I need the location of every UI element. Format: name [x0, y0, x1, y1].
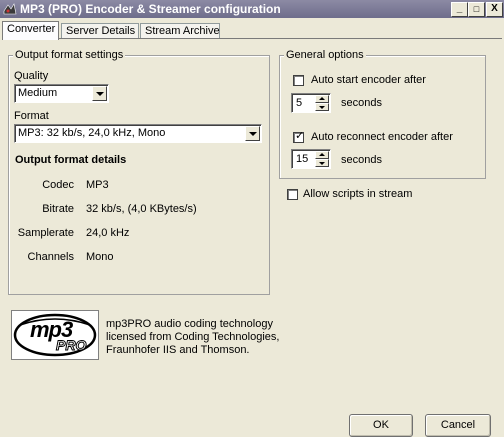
details-heading: Output format details	[15, 154, 127, 166]
allow-scripts-label[interactable]: Allow scripts in stream	[303, 188, 412, 200]
auto-start-spinner[interactable]: 5	[291, 93, 331, 113]
format-select[interactable]: MP3: 32 kb/s, 24,0 kHz, Mono	[14, 124, 262, 143]
bitrate-value: 32 kb/s, (4,0 KBytes/s)	[86, 203, 197, 215]
spin-up-icon[interactable]	[315, 95, 329, 103]
format-label: Format	[14, 110, 49, 122]
title-bar: MP3 (PRO) Encoder & Streamer configurati…	[0, 0, 504, 18]
format-value: MP3: 32 kb/s, 24,0 kHz, Mono	[18, 127, 166, 139]
spin-down-icon[interactable]	[315, 103, 329, 111]
credits-text: mp3PRO audio coding technology licensed …	[106, 318, 280, 356]
app-icon	[3, 3, 17, 15]
auto-start-label[interactable]: Auto start encoder after	[311, 74, 426, 86]
auto-reconnect-checkbox[interactable]: ✓	[293, 130, 305, 143]
output-format-legend: Output format settings	[13, 49, 126, 61]
maximize-button[interactable]: □	[468, 2, 485, 17]
allow-scripts-checkbox[interactable]	[287, 189, 298, 200]
checkmark-icon: ✓	[295, 130, 305, 142]
codec-value: MP3	[86, 179, 109, 191]
auto-start-checkbox[interactable]	[293, 75, 304, 86]
tab-server-details[interactable]: Server Details	[61, 23, 139, 39]
auto-reconnect-label[interactable]: Auto reconnect encoder after	[311, 131, 453, 143]
codec-label: Codec	[42, 179, 74, 191]
channels-label: Channels	[27, 251, 74, 263]
auto-reconnect-unit: seconds	[341, 154, 382, 166]
samplerate-value: 24,0 kHz	[86, 227, 130, 239]
mp3pro-logo: mp3 PRO	[11, 310, 99, 360]
auto-reconnect-spinner[interactable]: 15	[291, 149, 331, 169]
auto-reconnect-value[interactable]: 15	[296, 153, 308, 165]
bitrate-label: Bitrate	[42, 203, 74, 215]
chevron-down-icon[interactable]	[245, 126, 260, 141]
quality-label: Quality	[14, 70, 49, 82]
minimize-button[interactable]: _	[451, 2, 468, 17]
chevron-down-icon[interactable]	[92, 86, 107, 101]
quality-select[interactable]: Medium	[14, 84, 109, 103]
auto-start-unit: seconds	[341, 97, 382, 109]
spin-down-icon[interactable]	[315, 159, 329, 167]
tab-stream-archive[interactable]: Stream Archive	[140, 23, 220, 39]
channels-value: Mono	[86, 251, 114, 263]
samplerate-label: Samplerate	[17, 227, 74, 239]
auto-start-value[interactable]: 5	[296, 97, 302, 109]
window-title: MP3 (PRO) Encoder & Streamer configurati…	[20, 2, 281, 16]
close-button[interactable]: X	[486, 2, 503, 17]
logo-text-sub: PRO	[55, 337, 87, 354]
spin-up-icon[interactable]	[315, 151, 329, 159]
general-options-legend: General options	[284, 49, 366, 61]
tab-converter[interactable]: Converter	[2, 21, 59, 40]
quality-value: Medium	[18, 87, 58, 99]
